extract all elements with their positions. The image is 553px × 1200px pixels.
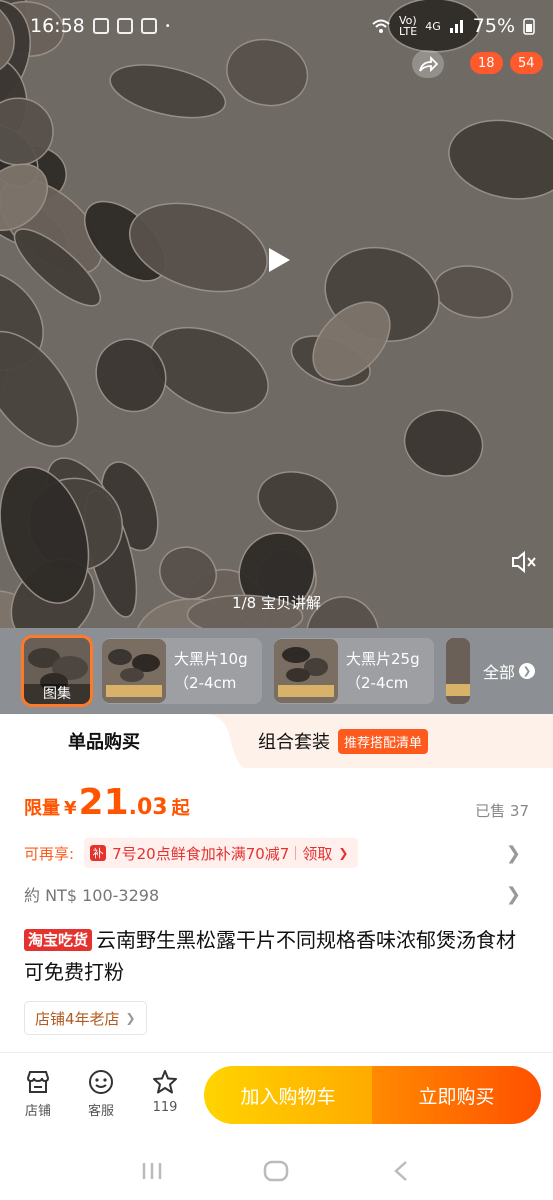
- sku-thumbnail: [102, 639, 166, 703]
- truffle-slice-shape: [109, 64, 227, 119]
- back-button[interactable]: [381, 1156, 421, 1186]
- ntd-price-row[interactable]: 約 NT$ 100-3298 ❯: [24, 880, 529, 908]
- taobao-foodie-tag: 淘宝吃货: [24, 929, 93, 951]
- battery-icon: [523, 18, 535, 35]
- truffle-slices-image: [0, 0, 553, 640]
- truffle-slice-shape: [128, 202, 268, 293]
- sku-label: 大黑片10g（2-4cm: [174, 650, 248, 692]
- battery-percent: 75%: [472, 15, 515, 37]
- star-icon: [153, 1070, 177, 1094]
- share-icon: [419, 55, 438, 73]
- home-button[interactable]: [256, 1156, 296, 1186]
- truffle-slice-shape: [0, 330, 79, 448]
- signal-icon: [449, 20, 463, 33]
- favorite-button[interactable]: 119: [143, 1068, 187, 1115]
- sku-thumbnail-image: [274, 639, 338, 703]
- combo-recommend-tag: 推荐搭配清单: [338, 728, 429, 754]
- sku-label: 大黑片25g（2-4cm: [346, 650, 420, 692]
- tab-combo-label: 组合套装: [258, 732, 330, 753]
- truffle-slice-shape: [257, 471, 338, 532]
- price-row: 限量 ¥ 21 .03 起 已售 37: [24, 782, 529, 832]
- wifi-icon: [372, 19, 390, 33]
- product-video-hero[interactable]: 16:58 • Vo) LTE 4G 75% 18 54 1/8 宝贝讲解: [0, 0, 553, 640]
- share-button[interactable]: [412, 50, 444, 78]
- volte-indicator: Vo) LTE: [398, 14, 418, 38]
- price: 限量 ¥ 21 .03 起: [24, 782, 190, 823]
- all-skus-label: 全部: [482, 663, 515, 682]
- truffle-slice-shape: [403, 409, 484, 477]
- customer-service-icon: [89, 1070, 113, 1094]
- sold-count: 已售 37: [475, 802, 529, 820]
- thumbnail-strip: 图集 大黑片10g（2-4cm 大黑片25g（2-4cm 全部 ❯: [0, 628, 553, 714]
- line-notification-icon: [140, 18, 157, 34]
- android-nav-bar: [0, 1142, 553, 1200]
- status-time: 16:58: [30, 15, 85, 37]
- promo-claim[interactable]: 领取: [302, 843, 332, 864]
- all-skus-button[interactable]: 全部 ❯: [472, 628, 535, 714]
- store-label: 店铺: [24, 1104, 51, 1119]
- status-bar: 16:58 • Vo) LTE 4G 75%: [30, 12, 535, 40]
- customer-service-label: 客服: [87, 1104, 114, 1119]
- sku-card[interactable]: 大黑片25g（2-4cm: [274, 638, 434, 704]
- chevron-right-icon[interactable]: ❯: [506, 884, 521, 905]
- chevron-right-icon: ❯: [338, 846, 349, 860]
- price-currency: ¥: [64, 798, 77, 819]
- back-icon: [393, 1161, 407, 1181]
- truffle-slice-shape: [448, 119, 553, 200]
- recents-button[interactable]: [132, 1156, 172, 1186]
- customer-service-button[interactable]: 客服: [79, 1068, 123, 1119]
- price-limit-label: 限量: [24, 798, 60, 819]
- buy-now-button[interactable]: 立即购买: [372, 1066, 541, 1124]
- ntd-price: 約 NT$ 100-3298: [24, 886, 160, 905]
- shop-age-label: 店铺4年老店: [35, 1009, 120, 1028]
- network-type: 4G: [425, 19, 441, 33]
- home-icon: [264, 1160, 289, 1182]
- gallery-label: 图集: [24, 684, 90, 704]
- video-caption: 1/8 宝贝讲解: [232, 594, 321, 612]
- tab-single-buy[interactable]: 单品购买: [0, 714, 205, 768]
- bottom-divider: [0, 1052, 553, 1053]
- gallery-notification-icon: [92, 18, 109, 34]
- sku-card[interactable]: 大黑片10g（2-4cm: [102, 638, 262, 704]
- favorite-count: 119: [152, 1100, 178, 1115]
- chevron-right-icon: ❯: [125, 1011, 136, 1025]
- promo-row[interactable]: 可再享: 补 7号20点鲜食加补满70减7 领取 ❯ ❯: [24, 836, 529, 870]
- subsidy-icon: 补: [90, 845, 107, 861]
- product-title-text: 云南野生黑松露干片不同规格香味浓郁煲汤食材可免费打粉: [24, 928, 517, 984]
- chevron-right-icon: ❯: [519, 663, 535, 679]
- sku-thumbnail: [274, 639, 338, 703]
- image-notification-icon: [116, 18, 133, 34]
- price-decimal: .03: [128, 795, 168, 820]
- shop-age-badge[interactable]: 店铺4年老店 ❯: [24, 1001, 147, 1035]
- cart-count-badge[interactable]: 18: [470, 52, 503, 74]
- bottom-action-bar: 店铺 客服 119 加入购物车 立即购买: [0, 1056, 553, 1140]
- price-integer: 21: [78, 782, 129, 823]
- store-icon: [26, 1071, 50, 1093]
- purchase-mode-tabs: 单品购买 组合套装 推荐搭配清单: [0, 714, 553, 768]
- mute-icon[interactable]: [510, 550, 538, 574]
- truffle-slice-shape: [433, 265, 513, 319]
- sku-thumbnail-image: [102, 639, 166, 703]
- sku-thumbnail-partial[interactable]: [446, 638, 470, 704]
- chevron-right-icon[interactable]: ❯: [506, 843, 521, 864]
- tab-combo[interactable]: 组合套装 推荐搭配清单: [258, 714, 429, 768]
- sku-thumbnail-partial-image: [446, 638, 470, 704]
- message-count-badge[interactable]: 54: [510, 52, 543, 74]
- store-button[interactable]: 店铺: [16, 1068, 60, 1119]
- promo-divider: [295, 846, 297, 860]
- more-notifications-dot: •: [164, 20, 171, 32]
- promo-label: 可再享:: [24, 844, 75, 863]
- promo-coupon[interactable]: 补 7号20点鲜食加补满70减7 领取 ❯: [84, 838, 359, 868]
- recents-icon: [142, 1163, 162, 1179]
- product-title: 淘宝吃货 云南野生黑松露干片不同规格香味浓郁煲汤食材可免费打粉: [24, 924, 524, 988]
- truffle-slice-shape: [226, 38, 309, 107]
- gallery-thumbnail[interactable]: 图集: [21, 635, 93, 707]
- play-icon[interactable]: [266, 246, 292, 274]
- add-to-cart-button[interactable]: 加入购物车: [204, 1066, 372, 1124]
- price-suffix: 起: [171, 798, 190, 819]
- promo-text: 7号20点鲜食加补满70减7: [112, 844, 290, 863]
